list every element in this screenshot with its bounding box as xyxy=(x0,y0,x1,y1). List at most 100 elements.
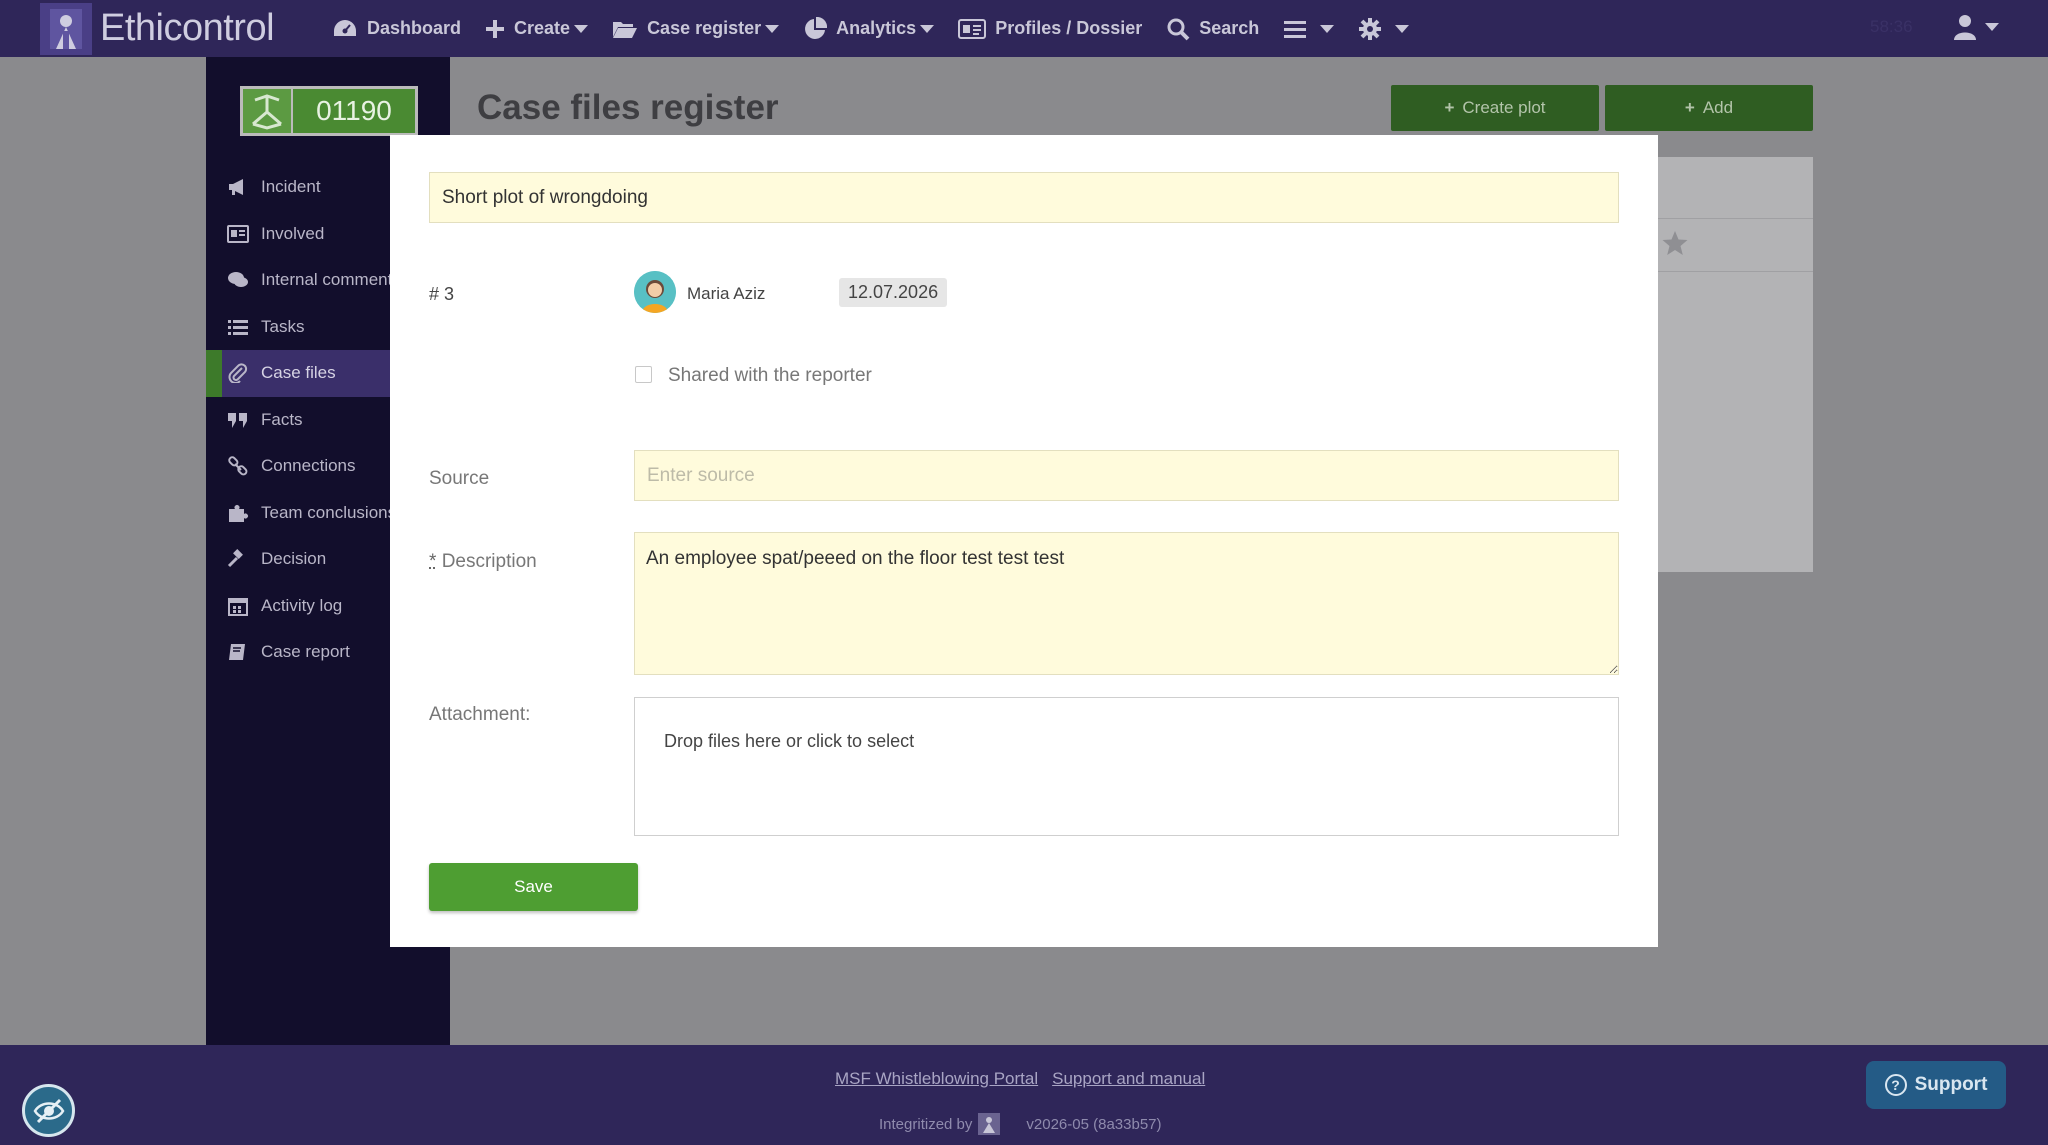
id-card-icon xyxy=(958,18,987,39)
pie-chart-icon xyxy=(805,16,828,39)
chevron-down-icon xyxy=(1985,23,1999,31)
book-icon xyxy=(229,644,245,661)
nav-settings[interactable] xyxy=(1358,0,1410,57)
quote-icon xyxy=(228,412,247,428)
divider xyxy=(1658,218,1813,219)
star-icon[interactable] xyxy=(1661,230,1689,256)
nav-search-label: Search xyxy=(1199,18,1260,38)
date-badge: 12.07.2026 xyxy=(839,278,948,307)
plus-icon xyxy=(486,19,505,38)
create-plot-label: Create plot xyxy=(1462,98,1546,117)
save-button[interactable]: Save xyxy=(429,863,638,911)
file-number: # 3 xyxy=(429,284,455,304)
sidebar-item-label: Involved xyxy=(261,223,325,243)
sidebar-item-label: Case report xyxy=(261,642,350,662)
footer-links: MSF Whistleblowing Portal Support and ma… xyxy=(835,1069,1205,1089)
sidebar-item-label: Case files xyxy=(261,363,336,383)
nav-case-register[interactable]: Case register xyxy=(612,0,780,57)
add-label: Add xyxy=(1702,98,1734,117)
sidebar-item-label: Internal comments xyxy=(261,270,401,290)
dropzone-text: Drop files here or click to select xyxy=(664,731,915,751)
comments-icon xyxy=(228,272,248,288)
nav-search[interactable]: Search xyxy=(1166,0,1259,57)
nav-analytics[interactable]: Analytics xyxy=(803,0,935,57)
portal-link[interactable]: MSF Whistleblowing Portal xyxy=(835,1069,1038,1089)
gear-icon xyxy=(1359,17,1382,40)
plus-icon: + xyxy=(1684,98,1695,117)
sidebar-item-label: Decision xyxy=(261,549,327,569)
visibility-toggle-button[interactable] xyxy=(22,1084,75,1137)
puzzle-icon xyxy=(229,504,248,522)
file-dropzone[interactable]: Drop files here or click to select xyxy=(634,697,1619,836)
id-card-icon xyxy=(227,224,249,243)
nav-dashboard[interactable]: Dashboard xyxy=(332,0,461,57)
brand-logo-icon xyxy=(40,2,92,55)
user-menu[interactable] xyxy=(1953,14,1999,40)
megaphone-icon xyxy=(229,179,243,196)
support-button-label: Support xyxy=(1914,1074,1988,1095)
description-label-text: Description xyxy=(441,551,537,572)
integritized-by: Integritized by v2026-05 (8a33b57) xyxy=(879,1113,1162,1135)
support-button[interactable]: ? Support xyxy=(1866,1061,2006,1109)
nav-case-register-label: Case register xyxy=(647,18,762,38)
calendar-icon xyxy=(228,597,248,616)
nav-profiles-label: Profiles / Dossier xyxy=(995,18,1143,38)
source-input[interactable] xyxy=(634,450,1619,501)
gavel-icon xyxy=(227,549,243,568)
eye-slash-icon xyxy=(33,1098,64,1123)
brand-name: Ethicontrol xyxy=(100,7,275,49)
nav-create-label: Create xyxy=(514,18,571,38)
support-manual-link[interactable]: Support and manual xyxy=(1052,1069,1205,1089)
integrity-logo-icon xyxy=(978,1113,1001,1135)
hamburger-icon xyxy=(1284,20,1307,38)
folder-open-icon xyxy=(613,21,638,38)
list-icon xyxy=(228,319,248,335)
shared-with-reporter-label[interactable]: Shared with the reporter xyxy=(668,365,872,387)
brand[interactable]: Ethicontrol xyxy=(0,0,320,57)
nav-dashboard-label: Dashboard xyxy=(367,18,462,38)
case-number-badge[interactable]: 01190 xyxy=(240,86,418,136)
integritized-label: Integritized by xyxy=(879,1115,973,1133)
avatar xyxy=(634,271,676,313)
sidebar-item-label: Incident xyxy=(261,177,321,197)
case-files-list-panel xyxy=(1658,157,1813,572)
sidebar-item-label: Activity log xyxy=(261,595,343,615)
question-icon: ? xyxy=(1884,1074,1907,1096)
attachment-label: Attachment: xyxy=(429,704,531,725)
main-nav: Dashboard Create Case register Analytics… xyxy=(332,0,1433,57)
author-name: Maria Aziz xyxy=(687,284,766,303)
case-file-modal: # 3 Maria Aziz 12.07.2026 Shared with th… xyxy=(390,135,1658,947)
user-icon xyxy=(1954,15,1976,40)
description-label: * Description xyxy=(429,551,537,573)
app-version: v2026-05 (8a33b57) xyxy=(1026,1115,1162,1133)
plot-input[interactable] xyxy=(429,172,1619,223)
nav-create[interactable]: Create xyxy=(485,0,589,57)
dashboard-icon xyxy=(334,19,356,36)
nav-menu[interactable] xyxy=(1283,0,1335,57)
sidebar-item-label: Team conclusions xyxy=(261,502,397,522)
chevron-down-icon xyxy=(765,24,780,33)
case-number: 01190 xyxy=(316,95,392,126)
link-icon xyxy=(228,456,248,476)
shared-with-reporter-checkbox[interactable] xyxy=(635,366,652,383)
case-type-icon xyxy=(243,89,293,133)
page-title: Case files register xyxy=(477,88,779,127)
plus-icon: + xyxy=(1444,98,1455,117)
sidebar-item-label: Facts xyxy=(261,409,303,429)
sidebar-item-label: Connections xyxy=(261,456,356,476)
session-timer: 58:36 xyxy=(1870,17,1913,36)
create-plot-button[interactable]: + Create plot xyxy=(1391,85,1599,131)
required-mark: * xyxy=(429,551,437,572)
divider xyxy=(1658,271,1813,272)
add-button[interactable]: + Add xyxy=(1605,85,1813,131)
top-navbar: Ethicontrol Dashboard Create Case regist… xyxy=(0,0,2048,57)
paperclip-icon xyxy=(228,363,248,384)
search-icon xyxy=(1167,18,1190,40)
footer: MSF Whistleblowing Portal Support and ma… xyxy=(0,1045,2048,1145)
sidebar-item-label: Tasks xyxy=(261,316,305,336)
chevron-down-icon xyxy=(574,24,589,33)
chevron-down-icon xyxy=(1395,24,1410,33)
nav-profiles[interactable]: Profiles / Dossier xyxy=(958,0,1142,57)
chevron-down-icon xyxy=(920,24,935,33)
description-textarea[interactable]: An employee spat/peeed on the floor test… xyxy=(634,532,1619,675)
